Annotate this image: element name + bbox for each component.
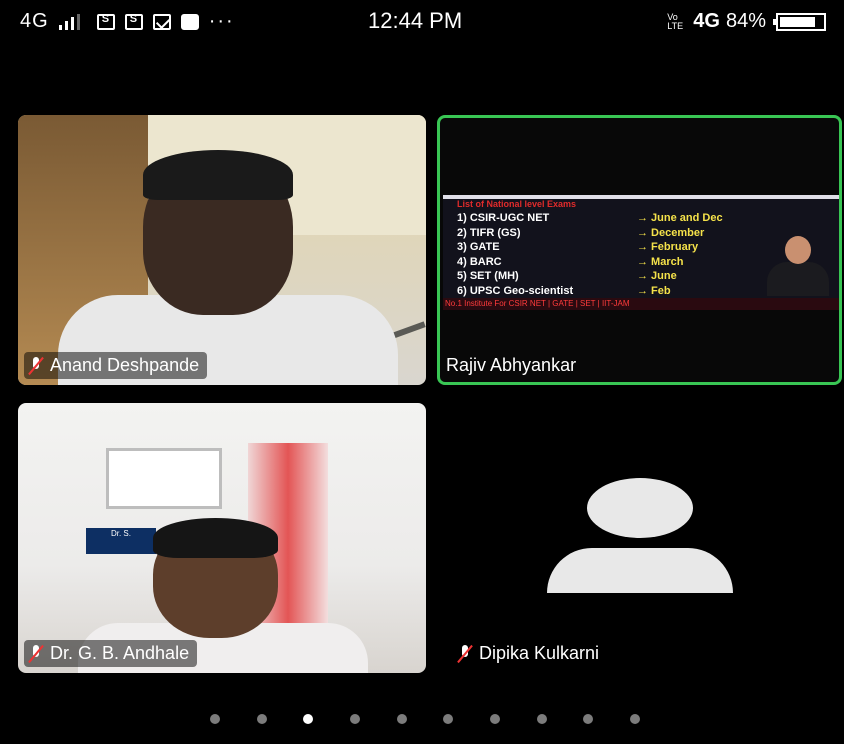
- bag-icon: [180, 13, 199, 30]
- page-dot[interactable]: [536, 714, 547, 724]
- slide-item: 3) GATE → February: [457, 241, 699, 253]
- status-right: Vo LTE 4G 84%: [667, 10, 826, 33]
- participant-name-tag: Anand Deshpande: [24, 352, 208, 379]
- participant-tile-active-speaker[interactable]: List of National level Exams 1) CSIR-UGC…: [437, 115, 842, 385]
- page-dot[interactable]: [210, 714, 220, 724]
- wall-poster: [106, 448, 222, 509]
- slide-list: 1) CSIR-UGC NET → June and Dec 2) TIFR (G…: [457, 211, 723, 298]
- participant-hair: [153, 518, 278, 558]
- sim-icon: [124, 13, 143, 30]
- page-dot[interactable]: [443, 714, 454, 724]
- mic-off-icon: [28, 644, 44, 663]
- participant-tile[interactable]: Dipika Kulkarni: [437, 403, 842, 673]
- volte-icon: Vo LTE: [667, 11, 684, 31]
- slide-item: 4) BARC → March: [457, 255, 684, 268]
- participant-tile[interactable]: Anand Deshpande: [18, 115, 426, 385]
- status-left: 4G ···: [20, 10, 235, 33]
- page-dot[interactable]: [489, 714, 500, 724]
- page-dot[interactable]: [349, 714, 360, 724]
- participant-name-tag: Rajiv Abhyankar: [442, 352, 584, 379]
- more-notifications-icon: ···: [208, 10, 235, 32]
- participant-name: Dipika Kulkarni: [479, 643, 600, 663]
- page-dot[interactable]: [629, 714, 640, 724]
- page-dot[interactable]: [303, 714, 314, 724]
- mail-icon: [152, 13, 171, 30]
- slide-footer: No.1 Institute For CSIR NET | GATE | SET…: [443, 298, 839, 310]
- participant-name: Rajiv Abhyankar: [446, 355, 577, 375]
- page-dot[interactable]: [256, 714, 267, 724]
- slide-item: 5) SET (MH) → June: [457, 270, 677, 282]
- mic-off-icon: [28, 356, 44, 375]
- status-bar: 4G ··· 12:44 PM Vo LTE 4G 84%: [0, 0, 844, 44]
- battery-icon: [773, 12, 826, 31]
- signal-icon: [58, 13, 87, 30]
- participant-name-tag: Dipika Kulkarni: [453, 640, 607, 667]
- slide-title: List of National level Exams: [457, 199, 577, 209]
- network-type: 4G: [20, 10, 49, 32]
- network-type-right: 4G: [693, 10, 720, 32]
- participant-name: Anand Deshpande: [50, 355, 200, 375]
- sim-icon: [96, 13, 115, 30]
- presenter-video: [763, 236, 833, 296]
- participant-name-tag: Dr. G. B. Andhale: [24, 640, 198, 667]
- slide-item: 2) TIFR (GS) → December: [457, 226, 705, 239]
- page-indicator[interactable]: [210, 713, 640, 725]
- nameplate: Dr. S.: [86, 528, 156, 554]
- participant-name: Dr. G. B. Andhale: [50, 643, 190, 663]
- slide-item: 6) UPSC Geo-scientist → Feb: [457, 284, 671, 297]
- participant-tile[interactable]: Dr. S. Dr. G. B. Andhale: [18, 403, 426, 673]
- page-dot[interactable]: [583, 714, 594, 724]
- battery-percent: 84%: [725, 10, 766, 32]
- mic-off-icon: [457, 644, 473, 663]
- clock: 12:44 PM: [368, 8, 463, 33]
- shared-slide: List of National level Exams 1) CSIR-UGC…: [443, 195, 839, 310]
- avatar-placeholder-body: [547, 548, 733, 593]
- slide-item: 1) CSIR-UGC NET → June and Dec: [457, 212, 723, 224]
- participant-hair: [143, 150, 293, 200]
- avatar-placeholder-head: [587, 478, 693, 538]
- page-dot[interactable]: [396, 714, 407, 724]
